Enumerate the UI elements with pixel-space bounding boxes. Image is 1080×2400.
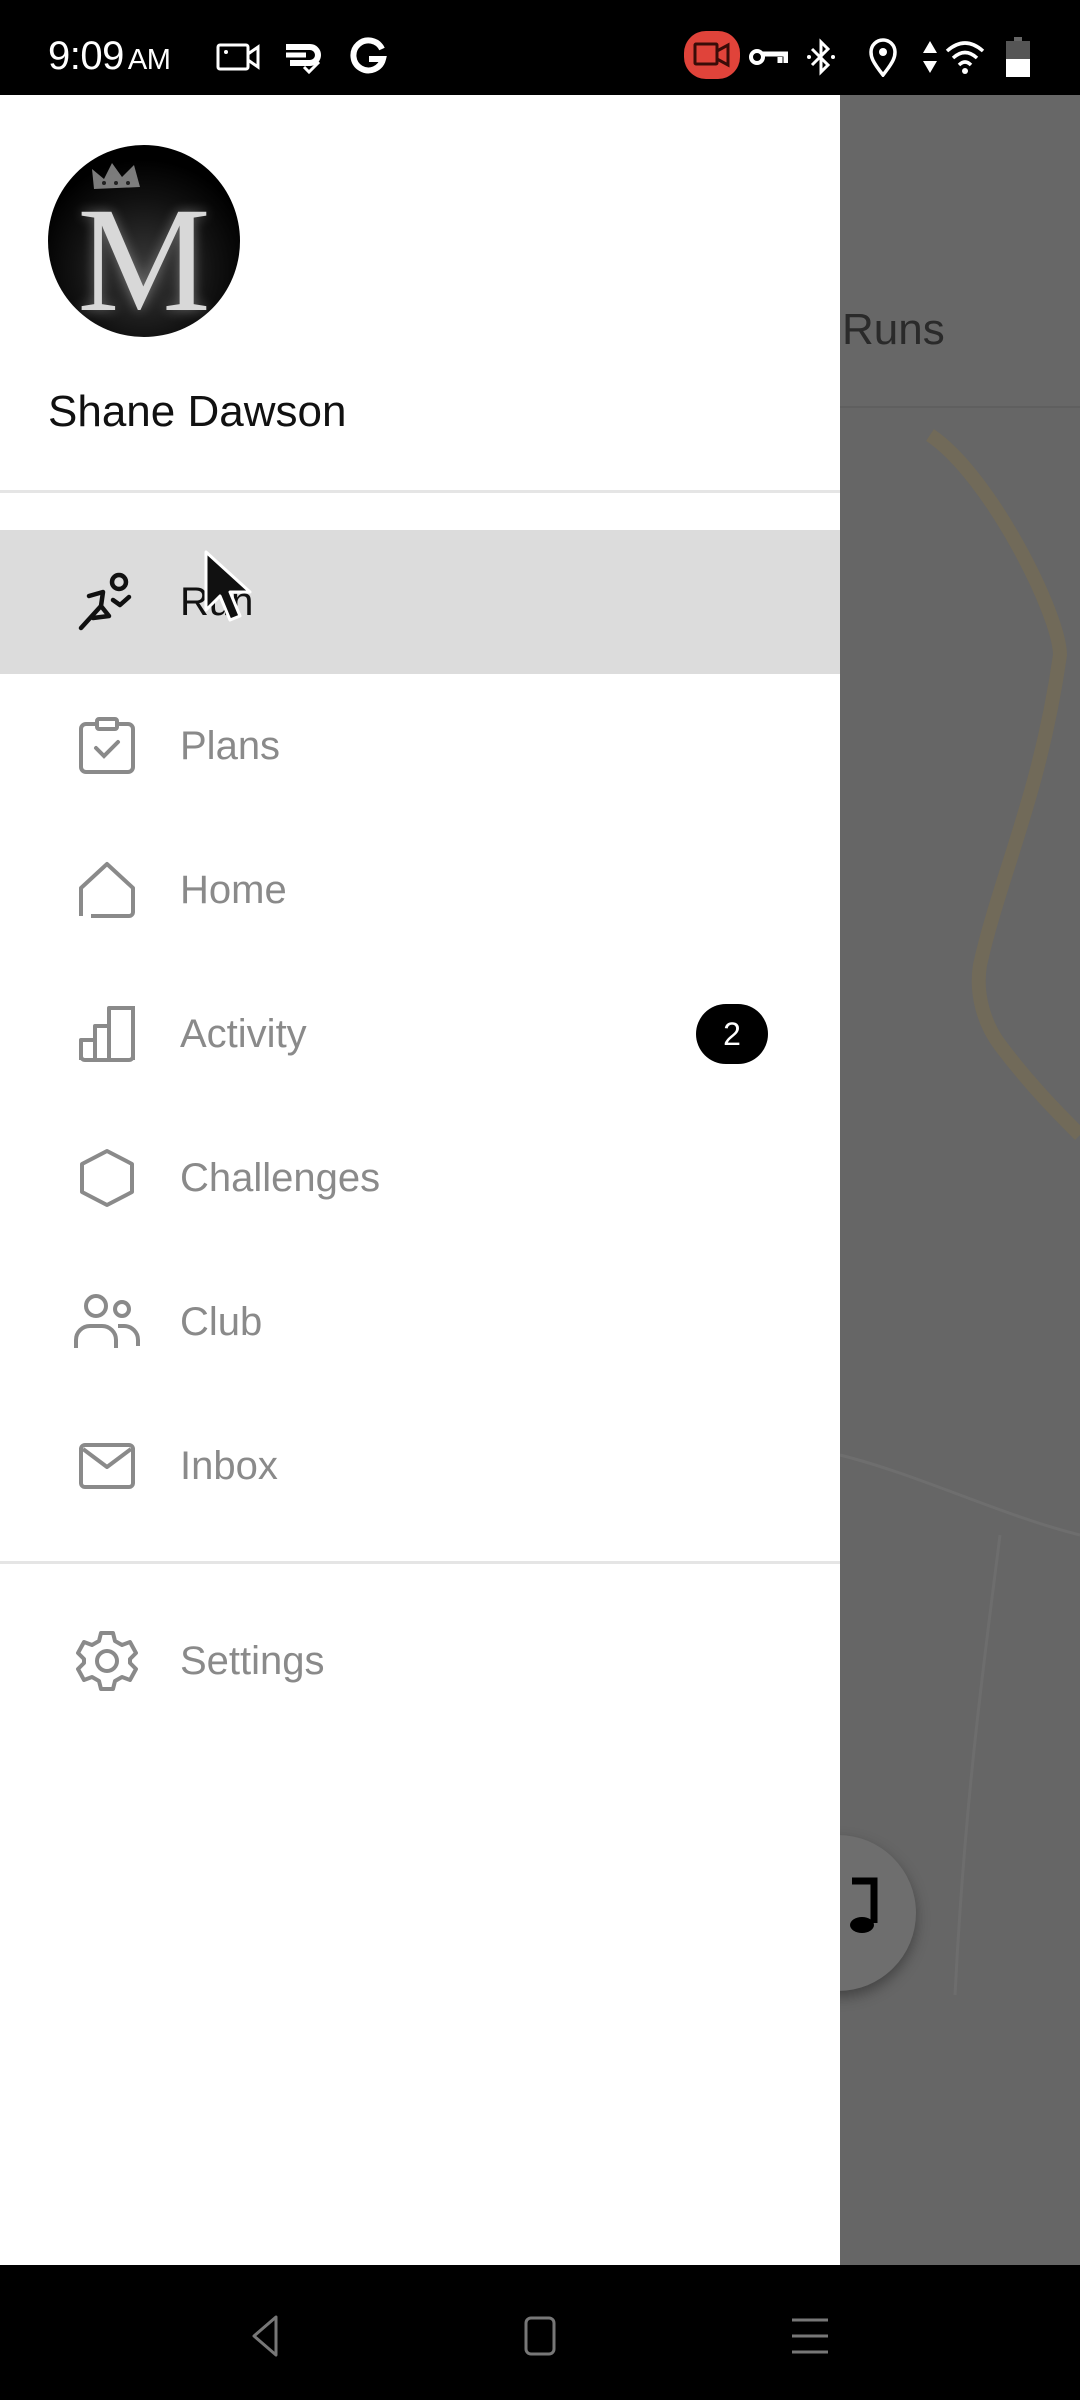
user-name[interactable]: Shane Dawson xyxy=(48,387,346,437)
nav-item-activity[interactable]: Activity 2 xyxy=(0,962,840,1106)
nav-label: Inbox xyxy=(180,1443,278,1488)
sync-check-icon xyxy=(282,38,324,76)
nav-label: Club xyxy=(180,1299,263,1344)
footer-divider xyxy=(0,1561,840,1564)
navigation-drawer: M Shane Dawson Run Plans Home Activity 2 xyxy=(0,95,840,2265)
mail-icon xyxy=(70,1429,144,1503)
mouse-cursor-icon xyxy=(204,550,252,622)
time-ampm: AM xyxy=(127,44,171,76)
nav-label: Challenges xyxy=(180,1155,381,1200)
nav-label: Home xyxy=(180,867,287,912)
gear-icon xyxy=(70,1624,144,1698)
running-icon xyxy=(70,565,144,639)
bar-chart-icon xyxy=(70,997,144,1071)
nav-item-plans[interactable]: Plans xyxy=(0,674,840,818)
activity-badge: 2 xyxy=(696,1004,768,1064)
home-icon xyxy=(70,853,144,927)
nav-label: Settings xyxy=(180,1638,325,1683)
nav-label: Plans xyxy=(180,723,281,768)
clipboard-check-icon xyxy=(70,709,144,783)
header-divider xyxy=(0,490,840,493)
battery-icon xyxy=(1006,37,1030,77)
recents-button[interactable] xyxy=(780,2306,840,2366)
status-time: 9:09 AM xyxy=(48,34,171,79)
vpn-key-icon xyxy=(748,38,788,76)
nav-label: Activity xyxy=(180,1011,307,1056)
avatar[interactable]: M xyxy=(48,145,240,337)
location-icon xyxy=(868,38,898,77)
nav-item-settings[interactable]: Settings xyxy=(0,1589,840,1733)
status-bar: 9:09 AM xyxy=(0,0,1080,95)
nav-item-home[interactable]: Home xyxy=(0,818,840,962)
back-icon xyxy=(252,2315,278,2357)
nav-item-challenges[interactable]: Challenges xyxy=(0,1106,840,1250)
google-icon xyxy=(348,37,388,76)
wifi-icon xyxy=(944,38,986,76)
music-note-icon xyxy=(850,1877,878,1933)
system-nav-bar xyxy=(0,2266,1080,2400)
data-arrows-icon xyxy=(922,38,938,76)
hexagon-icon xyxy=(70,1141,144,1215)
home-nav-icon xyxy=(524,2316,556,2356)
bluetooth-icon xyxy=(806,38,836,76)
avatar-monogram: M xyxy=(77,177,211,337)
time-value: 9:09 xyxy=(48,34,124,78)
back-button[interactable] xyxy=(236,2306,296,2366)
recording-active-icon xyxy=(684,31,740,79)
nav-item-inbox[interactable]: Inbox xyxy=(0,1394,840,1538)
screen-record-icon xyxy=(216,38,260,76)
home-button[interactable] xyxy=(510,2306,570,2366)
recents-icon xyxy=(792,2318,828,2354)
nav-item-run[interactable]: Run xyxy=(0,530,840,674)
nav-item-club[interactable]: Club xyxy=(0,1250,840,1394)
people-icon xyxy=(70,1285,144,1359)
